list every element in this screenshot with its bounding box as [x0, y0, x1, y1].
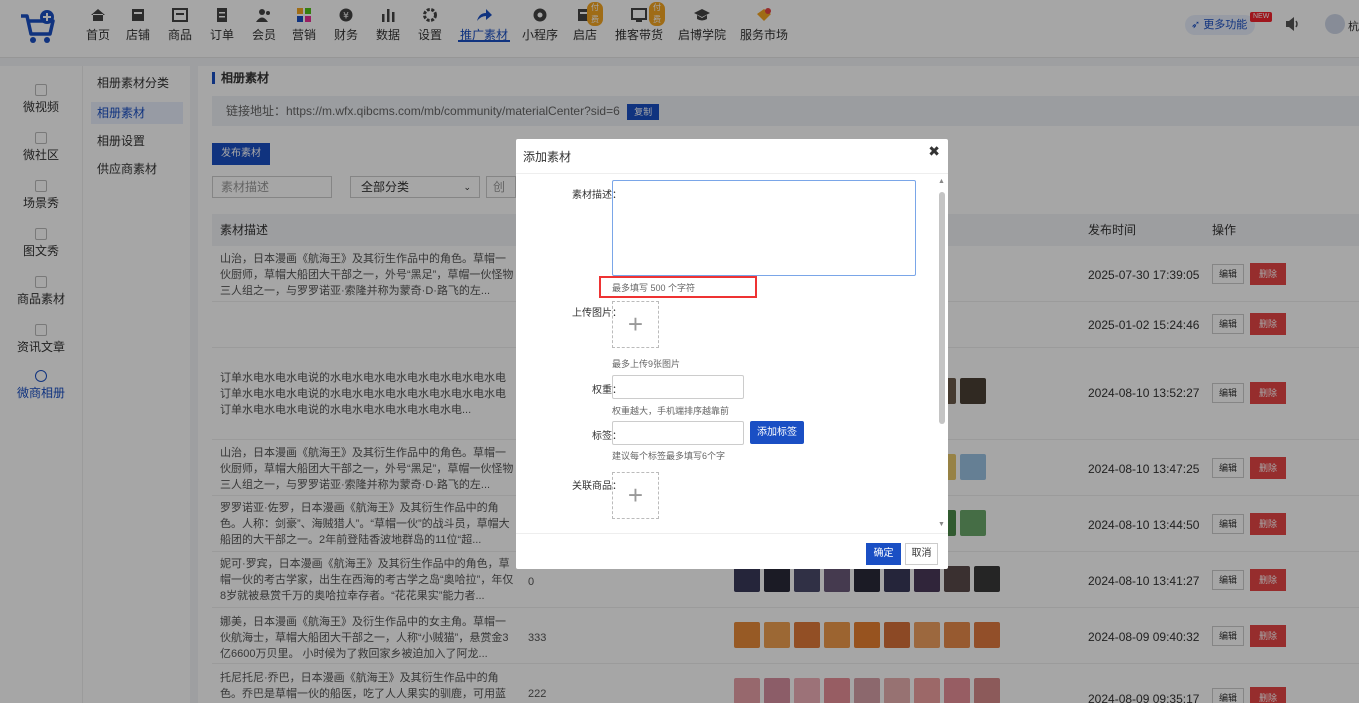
tag-hint: 建议每个标签最多填写6个字: [612, 451, 726, 461]
weight-hint: 权重越大，手机端排序越靠前: [612, 406, 730, 416]
scroll-thumb[interactable]: [939, 192, 945, 424]
close-icon[interactable]: ✖: [928, 143, 940, 160]
desc-hint: 最多填写 500 个字符: [612, 283, 696, 293]
scroll-up-icon[interactable]: ▲: [938, 178, 945, 185]
upload-hint: 最多上传9张图片: [612, 359, 681, 369]
scroll-down-icon[interactable]: ▼: [938, 521, 945, 528]
plus-icon: +: [627, 480, 644, 510]
cancel-button[interactable]: 取消: [905, 543, 938, 565]
add-tag-button[interactable]: 添加标签: [750, 421, 804, 444]
dialog-footer: 确定 取消: [516, 533, 948, 569]
dialog-body: 素材描述： 最多填写 500 个字符 上传图片： + 最多上传9张图片 权重： …: [516, 173, 948, 533]
material-desc-textarea[interactable]: [612, 180, 916, 276]
dialog-title: 添加素材: [523, 150, 572, 164]
dialog-scrollbar[interactable]: ▲ ▼: [938, 178, 945, 528]
upload-image-button[interactable]: +: [612, 301, 659, 348]
add-related-goods-button[interactable]: +: [612, 472, 659, 519]
confirm-button[interactable]: 确定: [866, 543, 901, 565]
tag-input[interactable]: [612, 421, 744, 445]
plus-icon: +: [627, 309, 644, 339]
add-material-dialog: 添加素材 ✖ 素材描述： 最多填写 500 个字符 上传图片： + 最多上传9张…: [516, 139, 948, 569]
weight-input[interactable]: [612, 375, 744, 399]
